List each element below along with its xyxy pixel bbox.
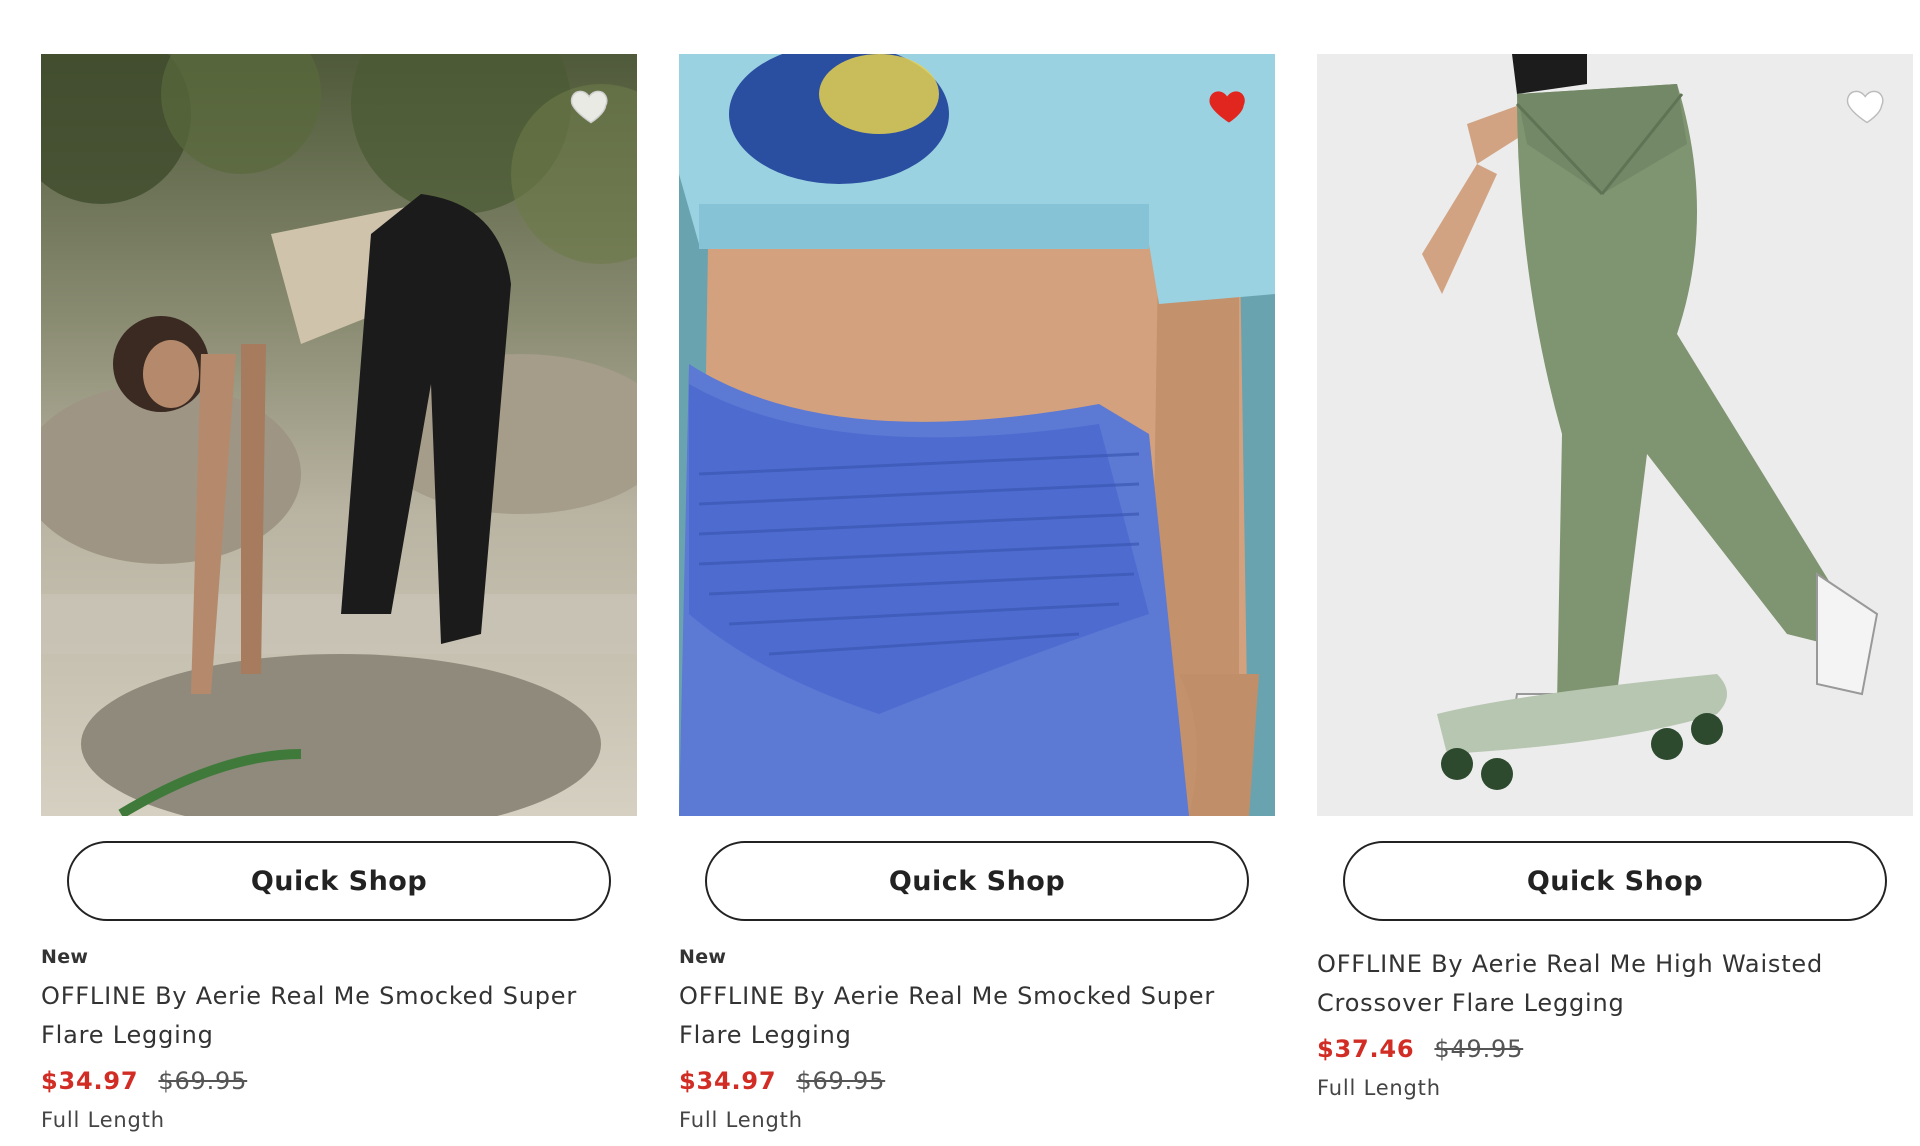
sale-price: $34.97: [679, 1067, 777, 1095]
heart-icon[interactable]: [1207, 84, 1251, 128]
product-title-link[interactable]: OFFLINE By Aerie Real Me High Waisted Cr…: [1317, 945, 1877, 1023]
product-card: Quick Shop OFFLINE By Aerie Real Me High…: [1317, 54, 1913, 1135]
product-photo-blue-legging[interactable]: [679, 54, 1275, 816]
heart-icon[interactable]: [1845, 84, 1889, 128]
product-info: OFFLINE By Aerie Real Me High Waisted Cr…: [1317, 945, 1913, 1103]
product-image[interactable]: [679, 54, 1275, 816]
product-info: New OFFLINE By Aerie Real Me Smocked Sup…: [679, 945, 1275, 1135]
length-label: Full Length: [679, 1108, 803, 1132]
product-info: New OFFLINE By Aerie Real Me Smocked Sup…: [41, 945, 637, 1135]
new-badge: New: [41, 946, 89, 968]
original-price: $69.95: [158, 1067, 248, 1095]
product-title-link[interactable]: OFFLINE By Aerie Real Me Smocked Super F…: [41, 977, 601, 1055]
sale-price: $34.97: [41, 1067, 139, 1095]
original-price: $49.95: [1434, 1035, 1524, 1063]
product-photo-rocks-scene[interactable]: [41, 54, 637, 816]
product-grid: Quick Shop New OFFLINE By Aerie Real Me …: [41, 54, 1913, 1135]
heart-icon[interactable]: [569, 84, 613, 128]
price-row: $34.97 $69.95: [679, 1063, 1275, 1099]
product-image[interactable]: [1317, 54, 1913, 816]
product-card: Quick Shop New OFFLINE By Aerie Real Me …: [41, 54, 637, 1135]
product-photo-skateboard[interactable]: [1317, 54, 1913, 816]
new-badge: New: [679, 946, 727, 968]
quick-shop-button[interactable]: Quick Shop: [705, 841, 1249, 921]
quick-shop-button[interactable]: Quick Shop: [1343, 841, 1887, 921]
quick-shop-button[interactable]: Quick Shop: [67, 841, 611, 921]
length-label: Full Length: [1317, 1076, 1441, 1100]
product-title-link[interactable]: OFFLINE By Aerie Real Me Smocked Super F…: [679, 977, 1239, 1055]
original-price: $69.95: [796, 1067, 886, 1095]
price-row: $37.46 $49.95: [1317, 1031, 1913, 1067]
price-row: $34.97 $69.95: [41, 1063, 637, 1099]
product-image[interactable]: [41, 54, 637, 816]
product-card: Quick Shop New OFFLINE By Aerie Real Me …: [679, 54, 1275, 1135]
length-label: Full Length: [41, 1108, 165, 1132]
sale-price: $37.46: [1317, 1035, 1415, 1063]
